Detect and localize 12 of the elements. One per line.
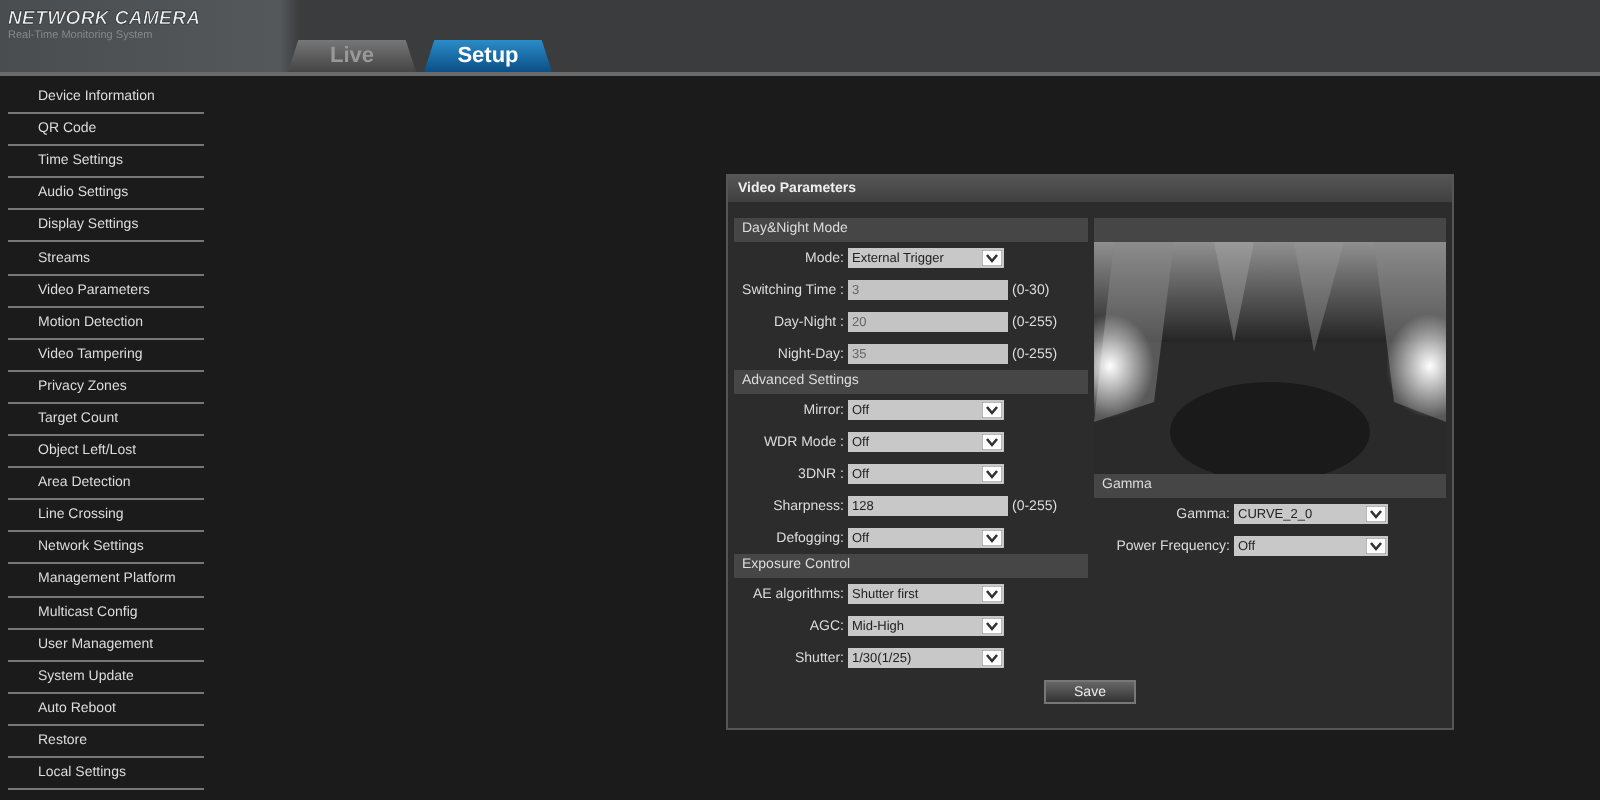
caret-icon	[1366, 538, 1386, 554]
caret-icon	[982, 650, 1002, 666]
caret-icon	[982, 402, 1002, 418]
caret-icon	[982, 618, 1002, 634]
caret-icon	[1366, 506, 1386, 522]
caret-icon	[982, 434, 1002, 450]
caret-icon	[982, 466, 1002, 482]
nav-tab[interactable]: Setup	[424, 40, 552, 72]
caret-icon	[982, 586, 1002, 602]
brand-title: NETWORK CAMERA	[8, 8, 203, 30]
caret-icon	[982, 530, 1002, 546]
caret-icon	[982, 250, 1002, 266]
